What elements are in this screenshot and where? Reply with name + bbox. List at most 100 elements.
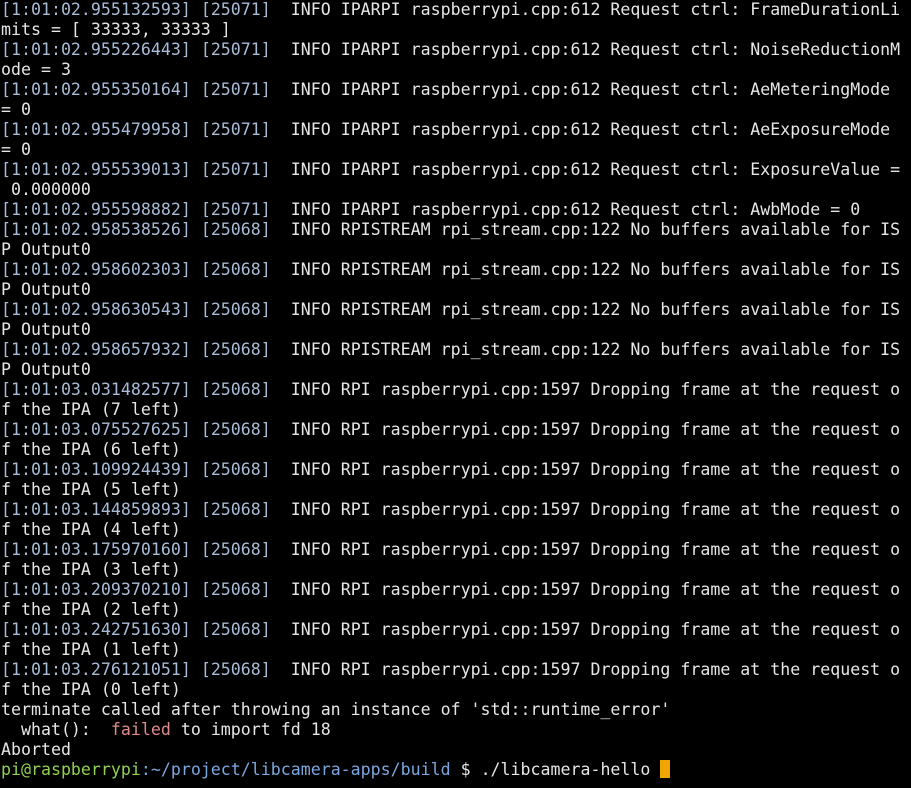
log-line-continuation: mits = [ 33333, 33333 ]	[1, 20, 911, 40]
log-line-continuation: = 0	[1, 100, 911, 120]
log-message: INFO RPISTREAM rpi_stream.cpp:122 No buf…	[270, 300, 901, 319]
log-pid: [25068]	[200, 220, 271, 239]
terminal-output: [1:01:02.955132593] [25071] INFO IPARPI …	[1, 0, 911, 700]
log-pid: [25071]	[200, 200, 271, 219]
log-pid: [25071]	[200, 160, 271, 179]
log-message: INFO RPI raspberrypi.cpp:1597 Dropping f…	[270, 660, 901, 679]
log-message: INFO RPI raspberrypi.cpp:1597 Dropping f…	[270, 460, 901, 479]
what-message: what(): failed to import fd 18	[1, 720, 911, 740]
log-pid: [25068]	[200, 580, 271, 599]
log-timestamp: [1:01:02.955226443]	[1, 40, 191, 59]
log-line: [1:01:02.958630543] [25068] INFO RPISTRE…	[1, 300, 911, 320]
log-message: INFO RPI raspberrypi.cpp:1597 Dropping f…	[270, 420, 901, 439]
log-pid: [25068]	[200, 260, 271, 279]
log-pid: [25068]	[200, 540, 271, 559]
log-pid: [25068]	[200, 460, 271, 479]
log-timestamp: [1:01:03.175970160]	[1, 540, 191, 559]
log-message-wrap: = 0	[1, 100, 31, 119]
log-line-continuation: f the IPA (4 left)	[1, 520, 911, 540]
terminate-text: terminate called after throwing an insta…	[1, 700, 671, 719]
log-line: [1:01:03.242751630] [25068] INFO RPI ras…	[1, 620, 911, 640]
what-rest: to import fd 18	[170, 720, 331, 739]
log-line-continuation: f the IPA (0 left)	[1, 680, 911, 700]
log-message: INFO RPI raspberrypi.cpp:1597 Dropping f…	[270, 380, 901, 399]
log-line: [1:01:02.958602303] [25068] INFO RPISTRE…	[1, 260, 911, 280]
log-message-wrap: mits = [ 33333, 33333 ]	[1, 20, 231, 39]
command-input[interactable]: ./libcamera-hello	[481, 760, 661, 779]
log-line-continuation: P Output0	[1, 360, 911, 380]
log-line-continuation: f the IPA (2 left)	[1, 600, 911, 620]
log-message-wrap: P Output0	[1, 320, 91, 339]
log-message-wrap: f the IPA (6 left)	[1, 440, 181, 459]
aborted-message: Aborted	[1, 740, 911, 760]
log-line: [1:01:02.955539013] [25071] INFO IPARPI …	[1, 160, 911, 180]
log-line-continuation: f the IPA (7 left)	[1, 400, 911, 420]
aborted-text: Aborted	[1, 740, 71, 759]
log-line: [1:01:03.075527625] [25068] INFO RPI ras…	[1, 420, 911, 440]
log-message-wrap: f the IPA (3 left)	[1, 560, 181, 579]
terminate-message: terminate called after throwing an insta…	[1, 700, 911, 720]
log-message-wrap: f the IPA (5 left)	[1, 480, 181, 499]
log-pid: [25068]	[200, 340, 271, 359]
log-message-wrap: P Output0	[1, 360, 91, 379]
log-line-continuation: P Output0	[1, 320, 911, 340]
log-message: INFO IPARPI raspberrypi.cpp:612 Request …	[270, 80, 891, 99]
log-message: INFO RPI raspberrypi.cpp:1597 Dropping f…	[270, 500, 901, 519]
log-pid: [25068]	[200, 420, 271, 439]
terminal-window[interactable]: [1:01:02.955132593] [25071] INFO IPARPI …	[0, 0, 911, 788]
log-line: [1:01:03.109924439] [25068] INFO RPI ras…	[1, 460, 911, 480]
command-prompt[interactable]: pi@raspberrypi:~/project/libcamera-apps/…	[1, 760, 911, 780]
log-pid: [25071]	[200, 120, 271, 139]
prompt-path: :~/project/libcamera-apps/build	[140, 760, 451, 779]
log-message-wrap: f the IPA (7 left)	[1, 400, 181, 419]
log-line-continuation: P Output0	[1, 240, 911, 260]
log-message: INFO IPARPI raspberrypi.cpp:612 Request …	[270, 120, 891, 139]
log-line: [1:01:02.958538526] [25068] INFO RPISTRE…	[1, 220, 911, 240]
log-message: INFO IPARPI raspberrypi.cpp:612 Request …	[270, 200, 861, 219]
log-message-wrap: f the IPA (0 left)	[1, 680, 181, 699]
log-message-wrap: f the IPA (2 left)	[1, 600, 181, 619]
log-message-wrap: 0.000000	[1, 180, 91, 199]
log-message: INFO RPISTREAM rpi_stream.cpp:122 No buf…	[270, 220, 901, 239]
log-timestamp: [1:01:02.955350164]	[1, 80, 191, 99]
log-message-wrap: f the IPA (1 left)	[1, 640, 181, 659]
log-timestamp: [1:01:02.958657932]	[1, 340, 191, 359]
log-timestamp: [1:01:02.955132593]	[1, 0, 191, 19]
log-pid: [25068]	[200, 300, 271, 319]
log-line-continuation: = 0	[1, 140, 911, 160]
log-pid: [25068]	[200, 500, 271, 519]
log-line-continuation: f the IPA (6 left)	[1, 440, 911, 460]
log-line: [1:01:02.955132593] [25071] INFO IPARPI …	[1, 0, 911, 20]
log-timestamp: [1:01:03.144859893]	[1, 500, 191, 519]
log-timestamp: [1:01:03.242751630]	[1, 620, 191, 639]
text-cursor	[660, 760, 671, 778]
log-message: INFO RPI raspberrypi.cpp:1597 Dropping f…	[270, 620, 901, 639]
log-message-wrap: ode = 3	[1, 60, 71, 79]
log-message-wrap: f the IPA (4 left)	[1, 520, 181, 539]
log-message-wrap: P Output0	[1, 240, 91, 259]
log-message: INFO RPISTREAM rpi_stream.cpp:122 No buf…	[270, 340, 901, 359]
log-timestamp: [1:01:03.109924439]	[1, 460, 191, 479]
log-line: [1:01:02.955226443] [25071] INFO IPARPI …	[1, 40, 911, 60]
log-message: INFO IPARPI raspberrypi.cpp:612 Request …	[270, 160, 901, 179]
what-prefix: what():	[1, 720, 111, 739]
log-message-wrap: = 0	[1, 140, 31, 159]
log-line-continuation: 0.000000	[1, 180, 911, 200]
log-timestamp: [1:01:02.958630543]	[1, 300, 191, 319]
log-timestamp: [1:01:02.958602303]	[1, 260, 191, 279]
log-pid: [25068]	[200, 660, 271, 679]
log-pid: [25071]	[200, 0, 271, 19]
log-line: [1:01:03.144859893] [25068] INFO RPI ras…	[1, 500, 911, 520]
log-timestamp: [1:01:03.209370210]	[1, 580, 191, 599]
log-line: [1:01:02.958657932] [25068] INFO RPISTRE…	[1, 340, 911, 360]
log-timestamp: [1:01:03.075527625]	[1, 420, 191, 439]
log-timestamp: [1:01:02.958538526]	[1, 220, 191, 239]
log-timestamp: [1:01:02.955598882]	[1, 200, 191, 219]
log-pid: [25071]	[200, 40, 271, 59]
prompt-symbol: $	[450, 760, 481, 779]
log-line-continuation: f the IPA (3 left)	[1, 560, 911, 580]
log-message: INFO IPARPI raspberrypi.cpp:612 Request …	[270, 0, 901, 19]
log-line: [1:01:03.276121051] [25068] INFO RPI ras…	[1, 660, 911, 680]
log-timestamp: [1:01:03.276121051]	[1, 660, 191, 679]
log-message-wrap: P Output0	[1, 280, 91, 299]
